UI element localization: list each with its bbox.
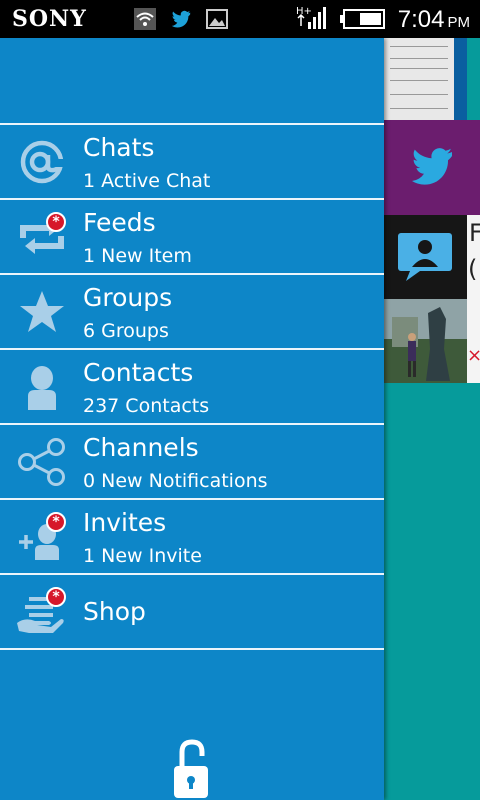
unlock-icon[interactable] <box>172 738 212 800</box>
feeds-subtitle: 1 New Item <box>83 245 192 267</box>
menu-item-feeds[interactable]: * Feeds 1 New Item <box>0 200 384 275</box>
drawer-header <box>0 38 384 125</box>
peek-paren: ( <box>468 255 478 283</box>
at-icon <box>20 140 65 184</box>
menu-item-invites[interactable]: * Invites 1 New Invite <box>0 500 384 575</box>
groups-title: Groups <box>83 283 173 312</box>
twitter-bird-icon <box>412 148 452 185</box>
contacts-subtitle: 237 Contacts <box>83 395 210 417</box>
chats-title: Chats <box>83 133 155 162</box>
channels-title: Channels <box>83 433 199 462</box>
channels-subtitle: 0 New Notifications <box>83 470 268 492</box>
image-notification-icon <box>206 9 228 29</box>
statue-photo <box>384 299 467 383</box>
twitter-tile[interactable] <box>384 120 480 215</box>
shop-title: Shop <box>83 597 146 626</box>
feeds-title: Feeds <box>83 208 156 237</box>
contacts-title: Contacts <box>83 358 194 387</box>
wifi-notification-icon <box>134 8 156 30</box>
notification-badge: * <box>46 587 66 607</box>
notification-badge: * <box>46 212 66 232</box>
twitter-notification-icon <box>171 10 191 28</box>
notification-badge: * <box>46 512 66 532</box>
star-icon <box>20 291 64 332</box>
person-icon <box>28 366 56 410</box>
photo-thumbnail[interactable] <box>384 299 467 383</box>
share-icon <box>18 438 65 486</box>
document-thumbnail[interactable] <box>384 38 467 120</box>
main-content[interactable]: F ( × <box>384 38 480 800</box>
list-item-peek[interactable]: F ( × <box>467 215 480 383</box>
menu-item-chats[interactable]: Chats 1 Active Chat <box>0 125 384 200</box>
contact-thumbnail[interactable] <box>384 215 467 299</box>
signal-icon: H+ <box>296 6 326 29</box>
brand-logo: SONY <box>12 6 87 32</box>
invites-subtitle: 1 New Invite <box>83 545 202 567</box>
status-bar: SONY H+ 7:04 PM <box>0 0 480 38</box>
svg-text:H+: H+ <box>296 6 312 17</box>
menu-item-groups[interactable]: Groups 6 Groups <box>0 275 384 350</box>
contact-card-icon <box>398 233 452 281</box>
peek-letter: F <box>469 219 480 247</box>
menu-item-channels[interactable]: Channels 0 New Notifications <box>0 425 384 500</box>
menu-item-shop[interactable]: * Shop <box>0 575 384 650</box>
chats-subtitle: 1 Active Chat <box>83 170 211 192</box>
menu-item-contacts[interactable]: Contacts 237 Contacts <box>0 350 384 425</box>
clock: 7:04 PM <box>397 6 470 33</box>
peek-close-icon[interactable]: × <box>467 345 480 366</box>
invites-title: Invites <box>83 508 167 537</box>
groups-subtitle: 6 Groups <box>83 320 169 342</box>
navigation-drawer[interactable]: Chats 1 Active Chat * Feeds 1 New Item G… <box>0 38 384 800</box>
battery-icon <box>340 9 385 29</box>
